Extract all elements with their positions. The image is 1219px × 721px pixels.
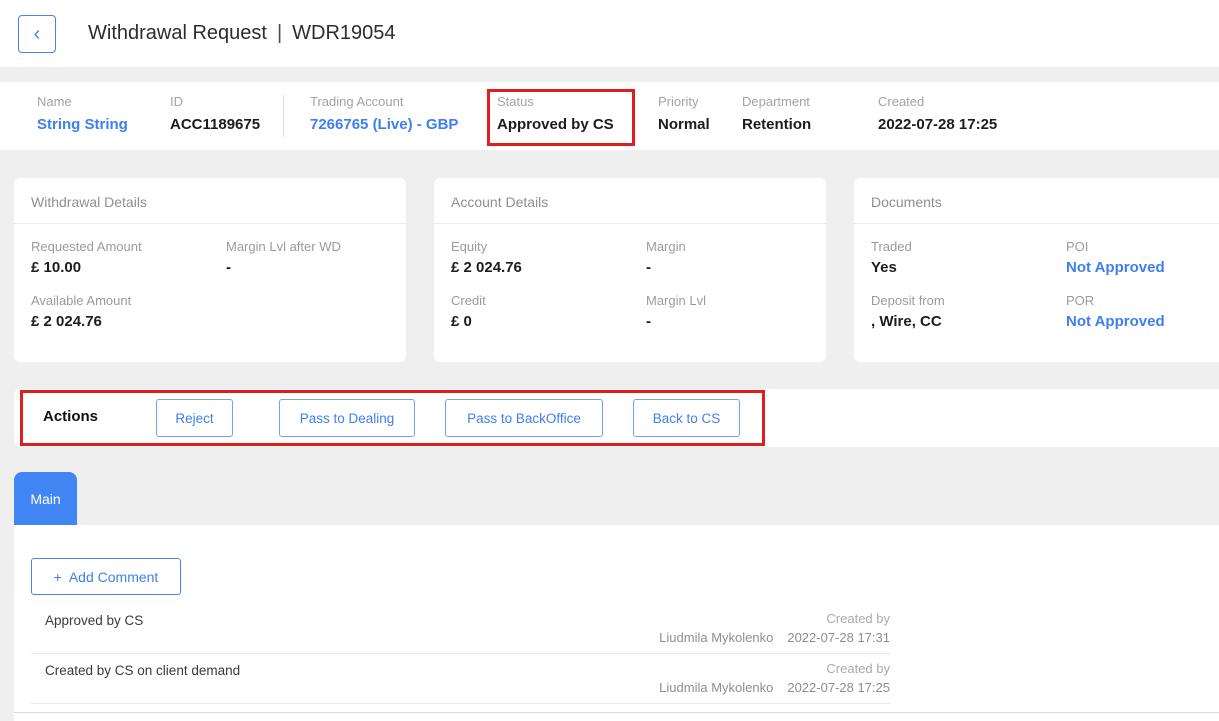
panel-bottom-divider	[14, 712, 1219, 713]
info-label: Created	[878, 94, 925, 109]
comment-meta: Created by Liudmila Mykolenko 2022-07-28 …	[659, 659, 890, 697]
comment-meta: Created by Liudmila Mykolenko 2022-07-28 …	[659, 609, 890, 647]
comment-row: Approved by CS Created by Liudmila Mykol…	[31, 604, 890, 654]
page-header: ‹ Withdrawal Request | WDR19054	[0, 0, 1219, 67]
field-value: £ 0	[451, 313, 472, 330]
actions-bar: Actions Reject Pass to Dealing Pass to B…	[14, 389, 1219, 447]
status-value: Approved by CS	[497, 116, 614, 133]
comment-text: Approved by CS	[45, 613, 144, 628]
field-value: , Wire, CC	[871, 313, 942, 330]
field-label: POI	[1066, 239, 1089, 254]
pass-to-backoffice-button[interactable]: Pass to BackOffice	[445, 399, 603, 437]
field-traded: Traded Yes	[871, 239, 1066, 276]
field-label: Credit	[451, 293, 486, 308]
reject-button[interactable]: Reject	[156, 399, 233, 437]
card-account-details: Account Details Equity £ 2 024.76 Margin…	[434, 178, 826, 362]
field-value: £ 10.00	[31, 259, 82, 276]
info-label: Department	[742, 94, 810, 109]
info-label: Status	[497, 94, 534, 109]
comment-meta-label: Created by	[826, 661, 890, 676]
field-margin: Margin -	[646, 239, 809, 276]
priority-value: Normal	[658, 116, 710, 133]
field-label: Margin Lvl	[646, 293, 706, 308]
account-id-value: ACC1189675	[170, 116, 261, 133]
field-credit: Credit £ 0	[451, 293, 646, 330]
card-title: Documents	[854, 178, 1219, 224]
comment-meta-line: Liudmila Mykolenko 2022-07-28 17:31	[659, 628, 890, 647]
add-comment-label: Add Comment	[68, 568, 159, 585]
card-withdrawal-details: Withdrawal Details Requested Amount £ 10…	[14, 178, 406, 362]
add-comment-button[interactable]: + Add Comment	[31, 558, 181, 595]
trading-account-link[interactable]: 7266765 (Live) - GBP	[310, 116, 458, 133]
field-requested-amount: Requested Amount £ 10.00	[31, 239, 226, 276]
plus-icon: +	[53, 568, 62, 585]
field-por: POR Not Approved	[1066, 293, 1219, 330]
client-name-link[interactable]: String String	[37, 116, 128, 133]
comment-datetime: 2022-07-28 17:25	[787, 680, 890, 695]
field-available-amount: Available Amount £ 2 024.76	[31, 293, 226, 330]
tab-main-label: Main	[30, 490, 61, 507]
comment-datetime: 2022-07-28 17:31	[787, 630, 890, 645]
info-field-department: Department Retention	[742, 94, 811, 133]
comment-text: Created by CS on client demand	[45, 663, 241, 678]
field-margin-lvl: Margin Lvl -	[646, 293, 809, 330]
back-button[interactable]: ‹	[18, 15, 56, 53]
summary-info-bar: Name String String ID ACC1189675 Trading…	[0, 82, 1219, 150]
request-id: WDR19054	[292, 22, 396, 44]
info-label: ID	[170, 94, 183, 109]
comment-list: Approved by CS Created by Liudmila Mykol…	[31, 604, 890, 704]
department-value: Retention	[742, 116, 812, 133]
field-value: -	[226, 259, 231, 276]
field-label: Deposit from	[871, 293, 945, 308]
card-documents: Documents Traded Yes POI Not Approved De…	[854, 178, 1219, 362]
field-label: Traded	[871, 239, 912, 254]
field-label: Margin Lvl after WD	[226, 239, 341, 254]
comment-meta-line: Liudmila Mykolenko 2022-07-28 17:25	[659, 678, 890, 697]
por-status-link[interactable]: Not Approved	[1066, 313, 1219, 330]
field-deposit-from: Deposit from , Wire, CC	[871, 293, 1066, 330]
field-value: £ 2 024.76	[451, 259, 522, 276]
info-field-status: Status Approved by CS	[497, 94, 614, 133]
chevron-left-icon: ‹	[33, 23, 41, 45]
field-equity: Equity £ 2 024.76	[451, 239, 646, 276]
pass-to-dealing-button[interactable]: Pass to Dealing	[279, 399, 415, 437]
field-value: Yes	[871, 259, 897, 276]
info-field-priority: Priority Normal	[658, 94, 710, 133]
created-value: 2022-07-28 17:25	[878, 116, 998, 133]
field-label: POR	[1066, 293, 1095, 308]
field-margin-lvl-after-wd: Margin Lvl after WD -	[226, 239, 389, 276]
info-label: Trading Account	[310, 94, 404, 109]
comment-meta-label: Created by	[826, 611, 890, 626]
page-title-text: Withdrawal Request	[88, 22, 267, 44]
info-field-id: ID ACC1189675	[170, 94, 260, 133]
info-label: Name	[37, 94, 72, 109]
field-label: Requested Amount	[31, 239, 142, 254]
field-poi: POI Not Approved	[1066, 239, 1219, 276]
info-field-created: Created 2022-07-28 17:25	[878, 94, 997, 133]
field-value: £ 2 024.76	[31, 313, 102, 330]
field-label: Available Amount	[31, 293, 132, 308]
back-to-cs-button[interactable]: Back to CS	[633, 399, 740, 437]
comment-author: Liudmila Mykolenko	[659, 630, 774, 645]
title-separator: |	[276, 22, 283, 44]
comment-author: Liudmila Mykolenko	[659, 680, 774, 695]
field-label: Equity	[451, 239, 488, 254]
vertical-divider	[283, 95, 284, 137]
actions-label: Actions	[43, 408, 99, 425]
comment-row: Created by CS on client demand Created b…	[31, 654, 890, 704]
field-label: Margin	[646, 239, 686, 254]
main-panel: + Add Comment Approved by CS Created by L…	[14, 525, 1219, 721]
info-field-trading-account: Trading Account 7266765 (Live) - GBP	[310, 94, 458, 133]
tab-main[interactable]: Main	[14, 472, 77, 525]
card-title: Withdrawal Details	[14, 178, 406, 224]
field-value: -	[646, 259, 651, 276]
info-label: Priority	[658, 94, 699, 109]
page-title: Withdrawal Request | WDR19054	[88, 0, 396, 67]
card-title: Account Details	[434, 178, 826, 224]
field-value: -	[646, 313, 651, 330]
info-field-name: Name String String	[37, 94, 128, 133]
poi-status-link[interactable]: Not Approved	[1066, 259, 1219, 276]
